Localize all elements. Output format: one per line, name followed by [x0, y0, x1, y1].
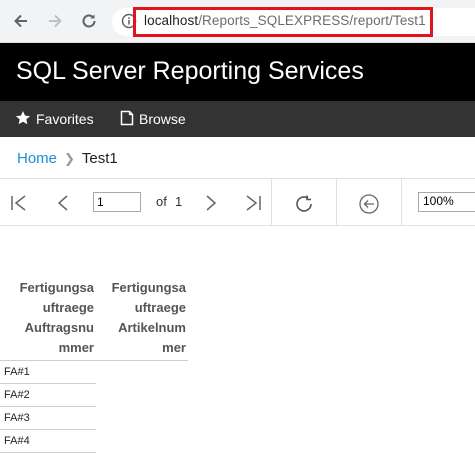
column-header-artikelnummer: Fertigungsa uftraege Artikelnum mer: [96, 278, 188, 361]
portal-toolbar: Favorites Browse: [0, 101, 475, 137]
toolbar-divider: [336, 179, 337, 225]
column-header-auftragsnummer: Fertigungsa uftraege Auftragsnu mmer: [0, 278, 96, 361]
table-row: FA#1: [0, 360, 188, 384]
chevron-right-icon: ❯: [64, 151, 75, 166]
toolbar-divider: [401, 179, 402, 225]
table-cell: FA#2: [0, 383, 96, 407]
breadcrumb-current: Test1: [81, 150, 118, 167]
favorites-button[interactable]: Favorites: [15, 101, 94, 137]
app-header: SQL Server Reporting Services: [0, 43, 475, 101]
current-page-input[interactable]: [93, 192, 141, 212]
favorites-label: Favorites: [36, 111, 94, 127]
table-cell: FA#1: [0, 360, 96, 384]
header-line: Fertigungsa: [111, 280, 186, 295]
previous-page-icon[interactable]: [54, 193, 74, 213]
report-table: Fertigungsa uftraege Auftragsnu mmer Fer…: [0, 278, 188, 453]
table-row: FA#4: [0, 429, 188, 453]
star-icon: [15, 110, 31, 129]
back-to-parent-icon[interactable]: [358, 193, 379, 214]
toolbar-divider: [271, 179, 272, 225]
last-page-icon[interactable]: [243, 193, 263, 213]
header-line: uftraege: [42, 300, 94, 315]
reload-icon[interactable]: [79, 11, 99, 31]
table-header-row: Fertigungsa uftraege Auftragsnu mmer Fer…: [0, 278, 188, 361]
breadcrumb: Home ❯ Test1: [17, 150, 118, 167]
url-highlight-box: [133, 7, 433, 37]
table-row: FA#2: [0, 383, 188, 407]
refresh-icon[interactable]: [293, 193, 313, 213]
header-line: mer: [162, 340, 186, 355]
table-cell: [96, 361, 188, 384]
document-icon: [120, 110, 134, 129]
zoom-select[interactable]: 100%: [418, 192, 475, 212]
table-cell: [96, 430, 188, 453]
back-arrow-icon[interactable]: [11, 11, 31, 31]
table-row: FA#3: [0, 406, 188, 430]
header-line: mmer: [58, 340, 94, 355]
table-cell: FA#4: [0, 429, 96, 453]
report-viewer-toolbar: of 1 100%: [0, 178, 475, 226]
app-title: SQL Server Reporting Services: [16, 57, 364, 85]
table-cell: [96, 384, 188, 407]
header-line: Artikelnum: [118, 320, 186, 335]
browser-toolbar: localhost/Reports_SQLEXPRESS/report/Test…: [0, 0, 475, 43]
header-line: Auftragsnu: [24, 320, 94, 335]
header-line: Fertigungsa: [19, 280, 94, 295]
browse-label: Browse: [139, 111, 186, 127]
next-page-icon[interactable]: [200, 193, 220, 213]
forward-arrow-icon[interactable]: [45, 11, 65, 31]
browse-button[interactable]: Browse: [120, 101, 186, 137]
total-pages: 1: [175, 194, 183, 209]
first-page-icon[interactable]: [9, 193, 29, 213]
table-cell: [96, 407, 188, 430]
table-cell: FA#3: [0, 406, 96, 430]
of-label: of: [156, 194, 167, 209]
header-line: uftraege: [134, 300, 186, 315]
breadcrumb-home-link[interactable]: Home: [17, 150, 57, 167]
